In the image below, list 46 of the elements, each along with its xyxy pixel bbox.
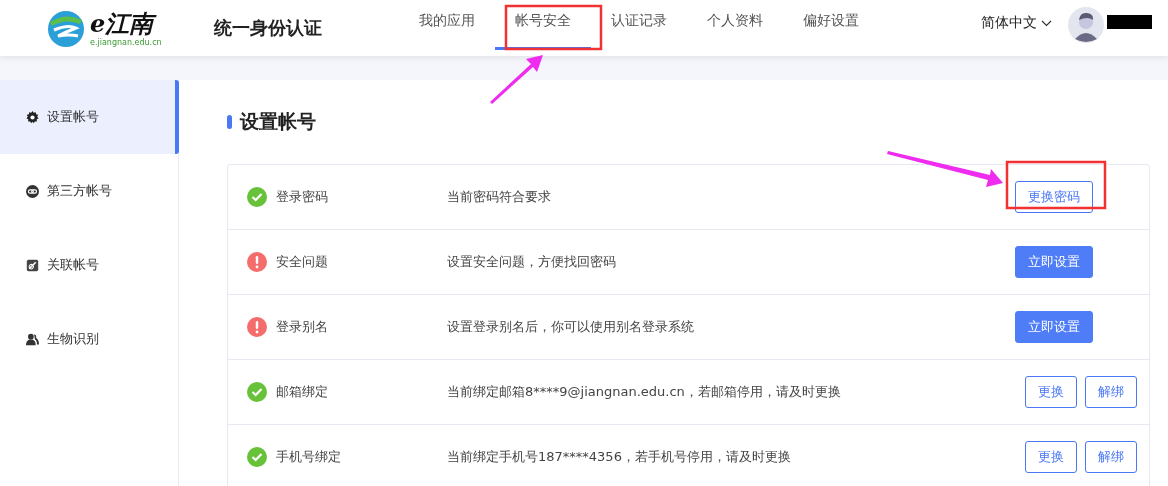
logo-wordmark: e江南 xyxy=(90,9,162,38)
setting-description: 当前密码符合要求 xyxy=(447,188,551,206)
action-button[interactable]: 立即设置 xyxy=(1015,311,1093,343)
logo-caption: e.jiangnan.edu.cn xyxy=(90,37,162,47)
redaction-bar xyxy=(1107,15,1152,29)
check-icon xyxy=(247,382,267,402)
setting-description: 当前绑定邮箱8****9@jiangnan.edu.cn，若邮箱停用，请及时更换 xyxy=(447,383,841,401)
action-button[interactable]: 更换密码 xyxy=(1015,181,1093,213)
avatar-icon[interactable] xyxy=(1068,7,1104,43)
action-button[interactable]: 立即设置 xyxy=(1015,246,1093,278)
setting-name: 登录别名 xyxy=(276,318,329,336)
nav-tab[interactable]: 个人资料 xyxy=(699,0,771,50)
setting-description: 当前绑定手机号187****4356，若手机号停用，请及时更换 xyxy=(447,448,791,466)
check-icon xyxy=(247,447,267,467)
logo-icon xyxy=(46,8,86,48)
setting-name: 登录密码 xyxy=(276,188,329,206)
setting-description: 设置登录别名后，你可以使用别名登录系统 xyxy=(447,318,694,336)
action-button[interactable]: 更换 xyxy=(1025,441,1077,473)
action-button[interactable]: 解绑 xyxy=(1085,441,1137,473)
pointer-arrow xyxy=(490,55,543,104)
nav-tab[interactable]: 认证记录 xyxy=(603,0,675,50)
gear-icon xyxy=(26,110,39,124)
language-select[interactable]: 简体中文 xyxy=(981,14,1052,32)
chain-icon xyxy=(26,258,39,272)
setting-name: 邮箱绑定 xyxy=(276,383,329,401)
action-button[interactable]: 解绑 xyxy=(1085,376,1137,408)
sidebar-item[interactable]: 第三方帐号 xyxy=(0,154,179,228)
action-button[interactable]: 更换 xyxy=(1025,376,1077,408)
sidebar-item[interactable]: 生物识别 xyxy=(0,302,179,376)
section-title: 设置帐号 xyxy=(240,109,316,134)
site-title: 统一身份认证 xyxy=(214,16,323,40)
setting-name: 安全问题 xyxy=(276,253,329,271)
caret-icon xyxy=(1041,19,1052,27)
nav-tab[interactable]: 偏好设置 xyxy=(795,0,867,50)
sidebar-item[interactable]: 关联帐号 xyxy=(0,228,179,302)
setting-description: 设置安全问题，方便找回密码 xyxy=(447,253,616,271)
nav-tab[interactable]: 帐号安全 xyxy=(495,0,591,50)
check-icon xyxy=(247,187,267,207)
nav-tab[interactable]: 我的应用 xyxy=(411,0,483,50)
warning-icon xyxy=(247,317,267,337)
users-icon xyxy=(26,332,39,346)
link-icon xyxy=(26,184,39,198)
sidebar-item[interactable]: 设置帐号 xyxy=(0,80,179,154)
title-marker xyxy=(227,115,232,129)
warning-icon xyxy=(247,252,267,272)
setting-name: 手机号绑定 xyxy=(276,448,342,466)
